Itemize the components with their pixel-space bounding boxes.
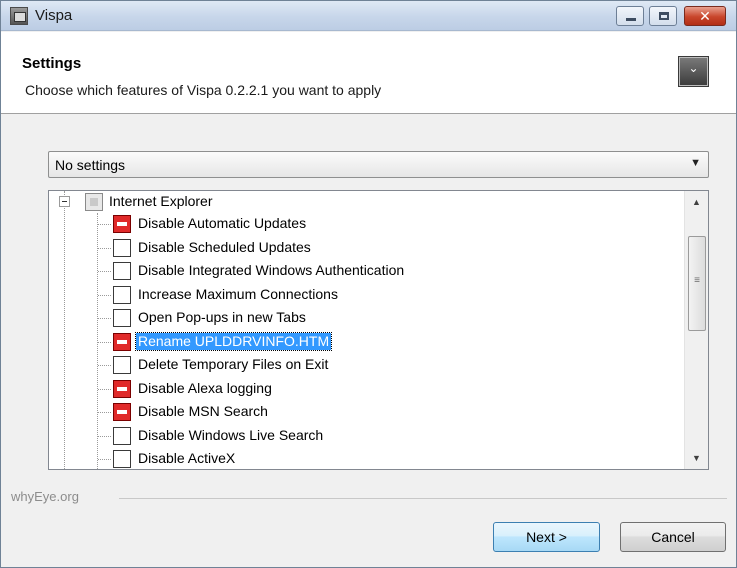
maximize-icon [659, 12, 669, 20]
scroll-down-icon[interactable]: ▼ [685, 447, 708, 469]
feature-checkbox[interactable] [113, 426, 131, 445]
feature-label: Disable MSN Search [138, 403, 268, 419]
tree-connector [98, 271, 111, 272]
tree-connector [98, 341, 111, 343]
feature-label: Disable Automatic Updates [138, 215, 307, 231]
title-bar[interactable]: Vispa ✕ [1, 1, 736, 31]
feature-checkbox[interactable] [113, 403, 131, 421]
feature-checkbox[interactable] [113, 262, 131, 280]
tree-item[interactable]: Disable MSN Search [49, 401, 669, 423]
tree-scrollbar[interactable]: ▲ ≡ ▼ [684, 191, 708, 469]
tree-connector [98, 412, 111, 413]
scroll-up-icon[interactable]: ▲ [685, 191, 708, 213]
tree-item[interactable]: Disable ActiveX [49, 448, 669, 469]
tree-item[interactable]: Disable Scheduled Updates [49, 237, 669, 259]
minimize-icon [626, 18, 636, 21]
feature-label: Open Pop-ups in new Tabs [138, 309, 306, 325]
collapse-icon[interactable] [59, 196, 70, 207]
feature-checkbox[interactable] [113, 285, 131, 304]
tree-item[interactable]: Open Pop-ups in new Tabs [49, 307, 669, 329]
installer-window: Vispa ✕ Settings Choose which features o… [0, 0, 737, 568]
tree-item[interactable]: Disable Automatic Updates [49, 213, 669, 235]
checkbox-internet-explorer[interactable] [85, 193, 103, 211]
feature-label: Rename UPLDDRVINFO.HTM [134, 331, 333, 351]
tree-connector [98, 435, 111, 437]
tree-connector [98, 294, 111, 296]
grip-icon: ≡ [694, 275, 700, 286]
scroll-thumb[interactable]: ≡ [688, 236, 706, 331]
feature-label: Delete Temporary Files on Exit [138, 356, 329, 372]
tree-item[interactable]: Rename UPLDDRVINFO.HTM [49, 331, 669, 353]
footer-divider [119, 498, 727, 499]
page-title: Settings [22, 55, 82, 72]
feature-label: Disable Integrated Windows Authenticatio… [138, 262, 405, 278]
maximize-button[interactable] [649, 6, 677, 26]
feature-checkbox[interactable] [113, 309, 131, 327]
tree-connector [98, 318, 111, 319]
tree-item[interactable]: Disable Integrated Windows Authenticatio… [49, 260, 669, 282]
next-button[interactable]: Next > [493, 522, 600, 552]
feature-label: Increase Maximum Connections [138, 285, 338, 302]
close-icon: ✕ [699, 8, 711, 24]
tree-connector [98, 388, 111, 390]
tree-item[interactable]: Disable Windows Live Search [49, 425, 669, 447]
feature-checkbox[interactable] [113, 379, 131, 398]
settings-preset-value: No settings [55, 157, 126, 173]
app-icon [10, 7, 28, 25]
feature-tree[interactable]: Internet Explorer Disable Automatic Upda… [48, 190, 709, 470]
tree-connector [98, 247, 111, 249]
minimize-button[interactable] [616, 6, 644, 26]
header-logo-icon: ⌄ [678, 56, 709, 87]
feature-checkbox[interactable] [113, 238, 131, 257]
tree-connector [98, 365, 111, 366]
feature-label: Disable Scheduled Updates [138, 238, 311, 255]
tree-item[interactable]: Delete Temporary Files on Exit [49, 354, 669, 376]
feature-label: Disable ActiveX [138, 450, 236, 466]
feature-checkbox[interactable] [113, 450, 131, 468]
dropdown-arrow-icon: ▼ [690, 157, 701, 169]
close-button[interactable]: ✕ [684, 6, 726, 26]
feature-checkbox[interactable] [113, 215, 131, 233]
tree-node-internet-explorer[interactable]: Internet Explorer [49, 191, 669, 213]
tree-item[interactable]: Increase Maximum Connections [49, 284, 669, 306]
feature-label: Disable Alexa logging [138, 379, 272, 396]
page-subtitle: Choose which features of Vispa 0.2.2.1 y… [25, 82, 382, 98]
tree-item[interactable]: Disable Alexa logging [49, 378, 669, 400]
tree-node-label: Internet Explorer [109, 193, 213, 209]
tree-connector [98, 224, 111, 225]
brand-label: whyEye.org [11, 489, 79, 504]
wizard-header: Settings Choose which features of Vispa … [1, 32, 736, 114]
feature-checkbox[interactable] [113, 356, 131, 374]
tree-connector [98, 459, 111, 460]
chevron-down-icon: ⌄ [688, 61, 699, 75]
window-title: Vispa [35, 7, 73, 24]
settings-preset-select[interactable]: No settings ▼ [48, 151, 709, 178]
cancel-button[interactable]: Cancel [620, 522, 726, 552]
feature-checkbox[interactable] [113, 332, 131, 351]
feature-label: Disable Windows Live Search [138, 426, 324, 443]
